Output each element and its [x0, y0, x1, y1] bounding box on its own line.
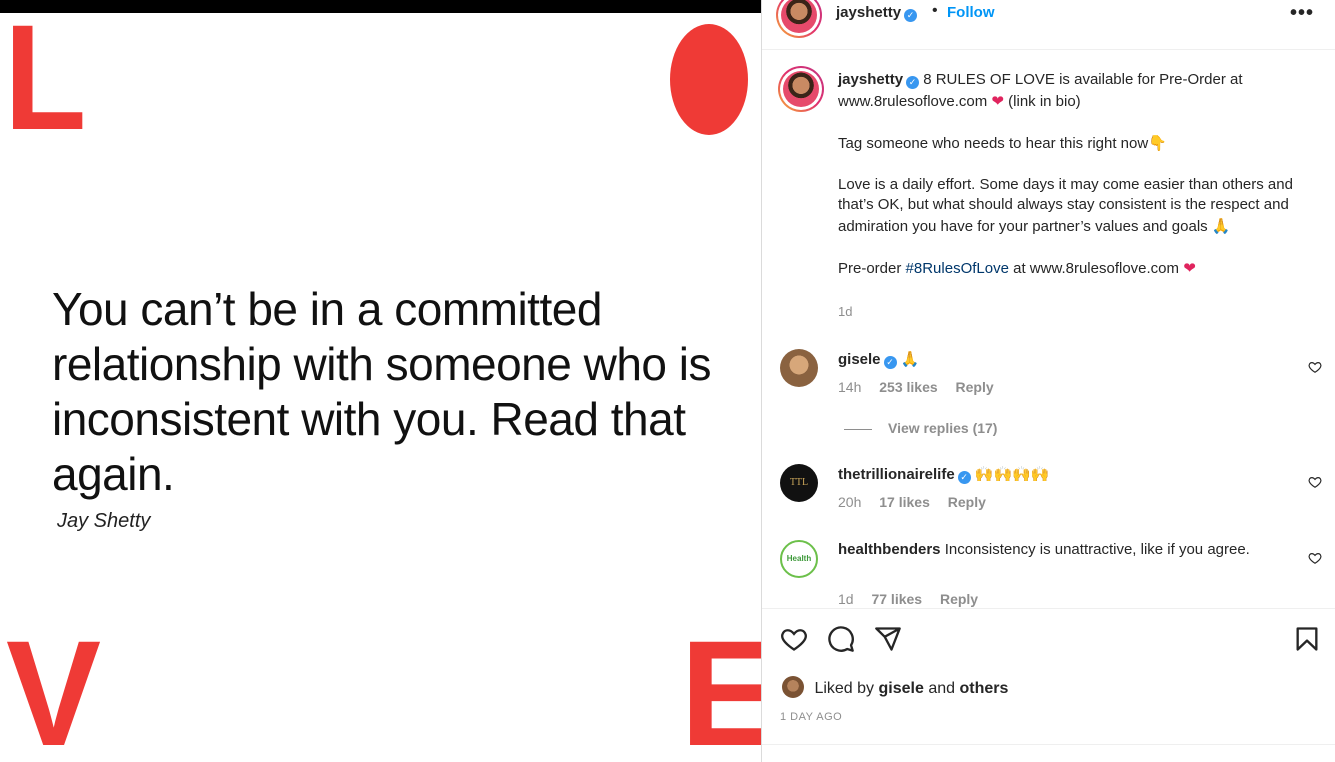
header-username[interactable]: jayshetty	[836, 4, 901, 21]
quote-author: Jay Shetty	[57, 510, 151, 532]
caption-username[interactable]: jayshetty	[838, 71, 903, 88]
reply-button[interactable]: Reply	[956, 379, 994, 395]
more-options-icon[interactable]: •••	[1290, 2, 1314, 25]
comment-like-heart-icon[interactable]	[1308, 475, 1322, 489]
liked-by-others[interactable]: others	[959, 680, 1008, 697]
caption-para4-suffix: at www.8rulesoflove.com	[1013, 259, 1180, 277]
red-heart-emoji: ❤	[991, 91, 1004, 110]
replies-line	[844, 428, 872, 430]
share-icon[interactable]	[874, 625, 902, 653]
image-top-bar	[0, 0, 761, 13]
comment-healthbenders: healthbenders Inconsistency is unattract…	[838, 540, 1278, 560]
comment-username[interactable]: thetrillionairelife	[838, 466, 955, 483]
comment-meta: 14h 253 likes Reply	[838, 379, 1008, 395]
comment-gisele: gisele ✓ 🙏	[838, 349, 1278, 370]
comment-time[interactable]: 14h	[838, 379, 861, 395]
reply-button[interactable]: Reply	[940, 591, 978, 607]
comment-emoji: 🙏	[900, 350, 920, 368]
verified-icon: ✓	[904, 9, 918, 22]
header-avatar[interactable]	[776, 0, 822, 38]
caption-avatar[interactable]	[778, 66, 824, 112]
letter-v: V	[6, 609, 102, 762]
post-caption: jayshetty ✓ 8 RULES OF LOVE is available …	[838, 70, 1298, 300]
comment-thetrillionairelife: thetrillionairelife ✓ 🙌🙌🙌🙌	[838, 464, 1278, 485]
caption-para4-prefix: Pre-order	[838, 259, 902, 277]
liked-by-user[interactable]: gisele	[879, 680, 924, 697]
heart-icon[interactable]	[780, 625, 808, 653]
post-time-ago[interactable]: 1 DAY AGO	[780, 711, 842, 723]
pointing-down-emoji: 👇	[1148, 133, 1167, 152]
red-heart-emoji: ❤	[1183, 258, 1196, 277]
comment-likes[interactable]: 17 likes	[879, 494, 930, 510]
post-side-panel: jayshetty ✓ • Follow ••• jayshetty ✓ 8 RUL…	[761, 0, 1335, 762]
comment-time[interactable]: 1d	[838, 591, 854, 607]
hashtag-link[interactable]: #8RulesOfLove	[906, 260, 1009, 277]
comment-icon[interactable]	[827, 625, 855, 653]
comment-likes[interactable]: 253 likes	[879, 379, 937, 395]
add-comment-bar[interactable]	[762, 744, 1335, 762]
comments-list[interactable]: jayshetty ✓ 8 RULES OF LOVE is available …	[762, 51, 1335, 608]
comment-avatar-healthbenders[interactable]: Health	[780, 540, 818, 578]
comment-avatar-gisele[interactable]	[780, 349, 818, 387]
comment-username[interactable]: healthbenders	[838, 541, 941, 558]
caption-para2: Tag someone who needs to hear this right…	[838, 134, 1149, 152]
red-oval-shape	[670, 24, 748, 135]
verified-icon: ✓	[906, 76, 920, 89]
post-actions: Liked by gisele and others 1 DAY AGO	[762, 608, 1335, 745]
comment-meta: 1d 77 likes Reply	[838, 591, 992, 607]
comment-like-heart-icon[interactable]	[1308, 551, 1322, 565]
caption-link-in-bio: (link in bio)	[1008, 92, 1081, 110]
quote-text: You can’t be in a committed relationship…	[52, 283, 712, 500]
praying-hands-emoji: 🙏	[1211, 216, 1231, 235]
verified-icon: ✓	[883, 356, 897, 369]
comment-emoji: 🙌🙌🙌🙌	[974, 465, 1050, 483]
view-replies-button[interactable]: View replies (17)	[844, 420, 997, 436]
verified-icon: ✓	[957, 471, 971, 484]
liked-by-prefix: Liked by	[814, 680, 875, 697]
post-header: jayshetty ✓ • Follow •••	[762, 0, 1335, 50]
liked-by-avatar[interactable]	[782, 676, 804, 698]
comment-time[interactable]: 20h	[838, 494, 861, 510]
letter-e: E	[680, 609, 761, 762]
letter-l: L	[4, 0, 86, 161]
follow-button[interactable]: Follow	[947, 4, 995, 21]
caption-time[interactable]: 1d	[838, 304, 852, 319]
bookmark-icon[interactable]	[1293, 625, 1321, 653]
post-image[interactable]: L You can’t be in a committed relationsh…	[0, 0, 761, 762]
comment-avatar-thetrillionairelife[interactable]: TTL	[780, 464, 818, 502]
comment-like-heart-icon[interactable]	[1308, 360, 1322, 374]
liked-by-and: and	[928, 680, 956, 697]
comment-username[interactable]: gisele	[838, 351, 881, 368]
separator-dot: •	[932, 2, 938, 19]
reply-button[interactable]: Reply	[948, 494, 986, 510]
comment-meta: 20h 17 likes Reply	[838, 494, 1000, 510]
comment-likes[interactable]: 77 likes	[871, 591, 922, 607]
liked-by-summary: Liked by gisele and others	[782, 676, 1008, 698]
comment-text: Inconsistency is unattractive, like if y…	[944, 541, 1250, 558]
